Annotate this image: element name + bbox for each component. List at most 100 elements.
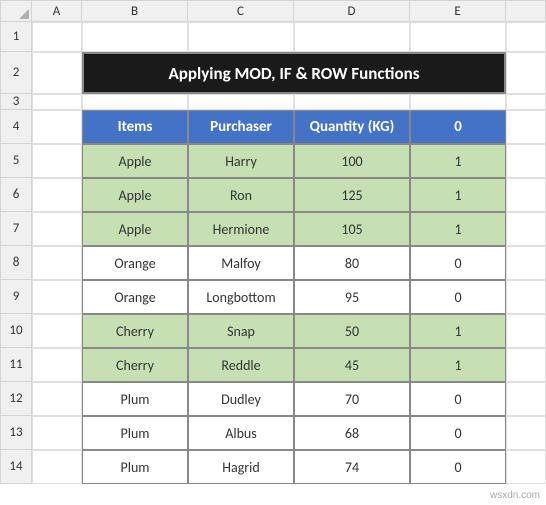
- table-row[interactable]: Ron: [188, 178, 294, 212]
- empty-cell[interactable]: [188, 22, 294, 52]
- table-row[interactable]: Orange: [82, 280, 188, 314]
- table-row[interactable]: Apple: [82, 212, 188, 246]
- table-row[interactable]: 0: [410, 246, 506, 280]
- table-header-quantity[interactable]: Quantity (KG): [294, 110, 410, 144]
- empty-cell[interactable]: [32, 280, 82, 314]
- empty-cell[interactable]: [82, 94, 188, 110]
- empty-cell[interactable]: [506, 450, 546, 484]
- table-row[interactable]: 0: [410, 416, 506, 450]
- row-header-6[interactable]: 6: [0, 178, 32, 212]
- table-row[interactable]: Albus: [188, 416, 294, 450]
- row-header-3[interactable]: 3: [0, 94, 32, 110]
- empty-cell[interactable]: [506, 178, 546, 212]
- table-row[interactable]: Apple: [82, 144, 188, 178]
- row-header-11[interactable]: 11: [0, 348, 32, 382]
- table-row[interactable]: Plum: [82, 382, 188, 416]
- row-header-9[interactable]: 9: [0, 280, 32, 314]
- empty-cell[interactable]: [506, 110, 546, 144]
- table-row[interactable]: Cherry: [82, 348, 188, 382]
- table-row[interactable]: 50: [294, 314, 410, 348]
- table-header-items[interactable]: Items: [82, 110, 188, 144]
- empty-cell[interactable]: [506, 94, 546, 110]
- empty-cell[interactable]: [506, 246, 546, 280]
- empty-cell[interactable]: [32, 382, 82, 416]
- table-row[interactable]: 0: [410, 382, 506, 416]
- table-row[interactable]: Orange: [82, 246, 188, 280]
- empty-cell[interactable]: [32, 94, 82, 110]
- col-header-D[interactable]: D: [294, 0, 410, 22]
- row-header-14[interactable]: 14: [0, 450, 32, 484]
- table-row[interactable]: Apple: [82, 178, 188, 212]
- row-header-4[interactable]: 4: [0, 110, 32, 144]
- empty-cell[interactable]: [294, 94, 410, 110]
- empty-cell[interactable]: [32, 246, 82, 280]
- table-row[interactable]: Cherry: [82, 314, 188, 348]
- empty-cell[interactable]: [410, 22, 506, 52]
- empty-cell[interactable]: [188, 94, 294, 110]
- select-all-corner[interactable]: [0, 0, 32, 22]
- table-row[interactable]: 0: [410, 450, 506, 484]
- table-row[interactable]: 70: [294, 382, 410, 416]
- empty-cell[interactable]: [506, 382, 546, 416]
- table-row[interactable]: 125: [294, 178, 410, 212]
- row-header-1[interactable]: 1: [0, 22, 32, 52]
- empty-cell[interactable]: [294, 22, 410, 52]
- table-row[interactable]: Reddle: [188, 348, 294, 382]
- table-row[interactable]: Longbottom: [188, 280, 294, 314]
- table-row[interactable]: 1: [410, 314, 506, 348]
- table-row[interactable]: Harry: [188, 144, 294, 178]
- table-row[interactable]: 1: [410, 212, 506, 246]
- col-header-A[interactable]: A: [32, 0, 82, 22]
- table-row[interactable]: Hagrid: [188, 450, 294, 484]
- empty-cell[interactable]: [506, 22, 546, 52]
- empty-cell[interactable]: [506, 144, 546, 178]
- table-row[interactable]: 0: [410, 280, 506, 314]
- table-row[interactable]: 68: [294, 416, 410, 450]
- empty-cell[interactable]: [32, 314, 82, 348]
- empty-cell[interactable]: [506, 280, 546, 314]
- table-row[interactable]: 105: [294, 212, 410, 246]
- table-row[interactable]: 80: [294, 246, 410, 280]
- col-header-E[interactable]: E: [410, 0, 506, 22]
- row-header-7[interactable]: 7: [0, 212, 32, 246]
- table-row[interactable]: Hermione: [188, 212, 294, 246]
- table-row[interactable]: Plum: [82, 450, 188, 484]
- empty-cell[interactable]: [506, 212, 546, 246]
- table-row[interactable]: Snap: [188, 314, 294, 348]
- empty-cell[interactable]: [32, 178, 82, 212]
- table-row[interactable]: 74: [294, 450, 410, 484]
- row-header-12[interactable]: 12: [0, 382, 32, 416]
- table-header-purchaser[interactable]: Purchaser: [188, 110, 294, 144]
- empty-cell[interactable]: [32, 22, 82, 52]
- empty-cell[interactable]: [506, 416, 546, 450]
- col-header-B[interactable]: B: [82, 0, 188, 22]
- empty-cell[interactable]: [32, 144, 82, 178]
- empty-cell[interactable]: [32, 348, 82, 382]
- table-row[interactable]: 45: [294, 348, 410, 382]
- table-row[interactable]: Dudley: [188, 382, 294, 416]
- empty-cell[interactable]: [32, 52, 82, 94]
- row-header-2[interactable]: 2: [0, 52, 32, 94]
- empty-cell[interactable]: [82, 22, 188, 52]
- table-header-flag[interactable]: 0: [410, 110, 506, 144]
- empty-cell[interactable]: [32, 212, 82, 246]
- empty-cell[interactable]: [32, 450, 82, 484]
- empty-cell[interactable]: [32, 110, 82, 144]
- table-row[interactable]: 1: [410, 348, 506, 382]
- empty-cell[interactable]: [506, 52, 546, 94]
- empty-cell[interactable]: [32, 416, 82, 450]
- row-header-8[interactable]: 8: [0, 246, 32, 280]
- empty-cell[interactable]: [506, 348, 546, 382]
- row-header-13[interactable]: 13: [0, 416, 32, 450]
- empty-cell[interactable]: [410, 94, 506, 110]
- table-row[interactable]: 1: [410, 144, 506, 178]
- row-header-10[interactable]: 10: [0, 314, 32, 348]
- col-header-C[interactable]: C: [188, 0, 294, 22]
- col-header-extra[interactable]: [506, 0, 546, 22]
- table-row[interactable]: 1: [410, 178, 506, 212]
- row-header-5[interactable]: 5: [0, 144, 32, 178]
- table-row[interactable]: 100: [294, 144, 410, 178]
- empty-cell[interactable]: [506, 314, 546, 348]
- table-row[interactable]: Plum: [82, 416, 188, 450]
- table-row[interactable]: Malfoy: [188, 246, 294, 280]
